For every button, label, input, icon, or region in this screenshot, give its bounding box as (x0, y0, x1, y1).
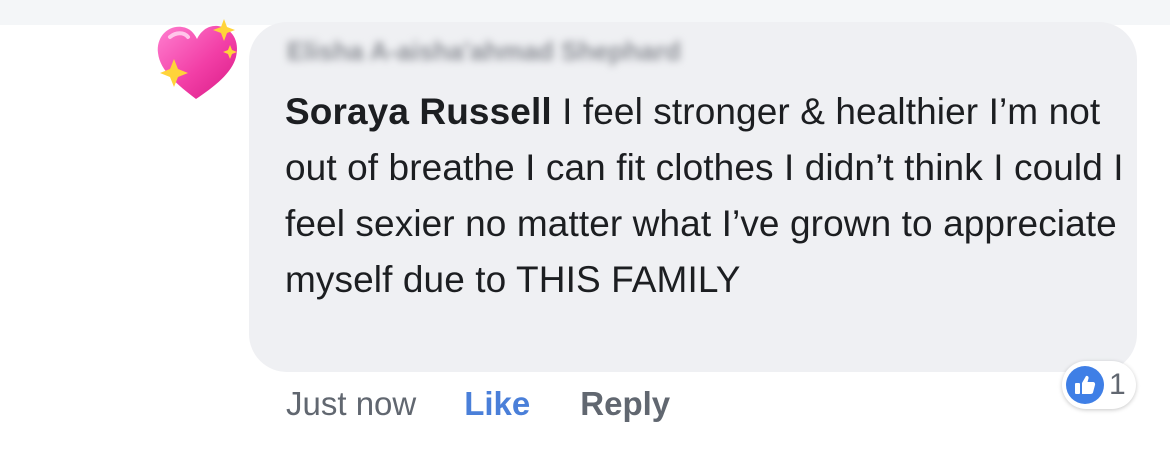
comment-bubble: Elisha A-aisha'ahmad Shephard Soraya Rus… (249, 22, 1137, 372)
sparkling-heart-icon[interactable] (150, 15, 242, 103)
reply-to-name: Elisha A-aisha'ahmad Shephard (287, 36, 681, 66)
like-button[interactable]: Like (464, 385, 530, 423)
comment-view: Elisha A-aisha'ahmad Shephard Soraya Rus… (0, 0, 1170, 462)
thumbs-up-icon (1066, 366, 1104, 404)
comment-author[interactable]: Soraya Russell (285, 91, 552, 132)
reaction-count: 1 (1109, 368, 1126, 401)
comment-timestamp[interactable]: Just now (286, 385, 416, 423)
comment-body: Soraya Russell I feel stronger & healthi… (285, 84, 1125, 308)
comment-actions: Just now Like Reply (286, 382, 670, 426)
reaction-summary[interactable]: 1 (1062, 361, 1136, 409)
reply-button[interactable]: Reply (580, 385, 670, 423)
